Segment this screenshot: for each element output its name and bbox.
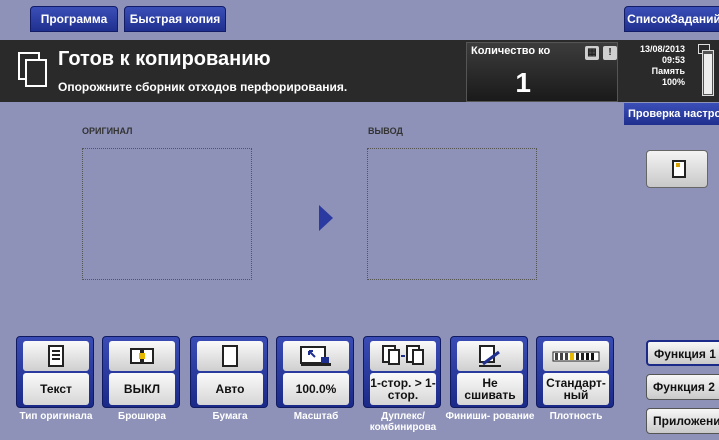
duplex-value: 1-стор. > 1-стор. xyxy=(370,373,436,405)
copies-value: 1 xyxy=(515,67,531,98)
duplex-button[interactable]: 1-стор. > 1-стор. Дуплекс/ комбинирова xyxy=(363,336,441,433)
function1-button[interactable]: Функция 1 xyxy=(646,340,719,366)
density-value: Стандарт- ный xyxy=(543,373,609,405)
memory-value: 100% xyxy=(661,77,685,87)
tab-job-list[interactable]: СписокЗаданий xyxy=(624,6,719,32)
output-label: ВЫВОД xyxy=(368,126,403,136)
time-text: 09:53 xyxy=(661,55,685,65)
finishing-button[interactable]: Не сшивать Финиши- рование xyxy=(445,336,535,422)
original-type-caption: Тип оригинала xyxy=(19,411,93,422)
booklet-icon xyxy=(109,341,175,371)
output-preview-box xyxy=(367,148,537,280)
status-title: Готов к копированию xyxy=(58,48,271,70)
finishing-caption: Финиши- рование xyxy=(445,411,535,422)
toner-level-icon xyxy=(702,50,714,96)
density-button[interactable]: Стандарт- ный Плотность xyxy=(536,336,614,422)
warning-icon: ! xyxy=(603,46,617,60)
paper-button[interactable]: Авто Бумага xyxy=(190,336,268,422)
function2-button[interactable]: Функция 2 xyxy=(646,374,719,400)
original-label: ОРИГИНАЛ xyxy=(82,126,133,136)
memory-label: Память xyxy=(651,66,685,76)
printer-status-icon: ▦ xyxy=(585,46,599,60)
zoom-caption: Масштаб xyxy=(293,411,339,422)
copy-documents-icon xyxy=(18,52,47,87)
page-orientation-button[interactable] xyxy=(646,150,708,188)
booklet-value: ВЫКЛ xyxy=(109,373,175,405)
duplex-caption: Дуплекс/ комбинирова xyxy=(369,411,437,433)
text-document-icon xyxy=(23,341,89,371)
tab-program[interactable]: Программа xyxy=(30,6,118,32)
application-button[interactable]: Приложение xyxy=(646,408,719,434)
zoom-icon xyxy=(283,341,349,371)
page-icon xyxy=(672,160,686,178)
density-caption: Плотность xyxy=(549,411,603,422)
original-type-button[interactable]: Текст Тип оригинала xyxy=(16,336,94,422)
paper-icon xyxy=(197,341,263,371)
paper-caption: Бумага xyxy=(212,411,248,422)
finishing-icon xyxy=(457,341,523,371)
duplex-icon xyxy=(370,341,436,371)
tab-quick-copy[interactable]: Быстрая копия xyxy=(124,6,226,32)
density-icon xyxy=(543,341,609,371)
paper-value: Авто xyxy=(197,373,263,405)
booklet-caption: Брошюра xyxy=(118,411,166,422)
finishing-value: Не сшивать xyxy=(457,373,523,405)
arrow-right-icon xyxy=(319,205,333,231)
booklet-button[interactable]: ВЫКЛ Брошюра xyxy=(102,336,180,422)
original-preview-box xyxy=(82,148,252,280)
copies-label: Количество ко xyxy=(471,45,551,57)
check-settings-button[interactable]: Проверка настро xyxy=(624,103,719,125)
zoom-value: 100.0% xyxy=(283,373,349,405)
top-tab-bar: Программа Быстрая копия СписокЗаданий xyxy=(0,0,719,38)
zoom-button[interactable]: 100.0% Масштаб xyxy=(276,336,354,422)
original-type-value: Текст xyxy=(23,373,89,405)
date-text: 13/08/2013 xyxy=(639,44,685,54)
status-message: Опорожните сборник отходов перфорировани… xyxy=(58,80,348,94)
copies-counter[interactable]: Количество ко ▦ ! 1 xyxy=(466,42,618,102)
